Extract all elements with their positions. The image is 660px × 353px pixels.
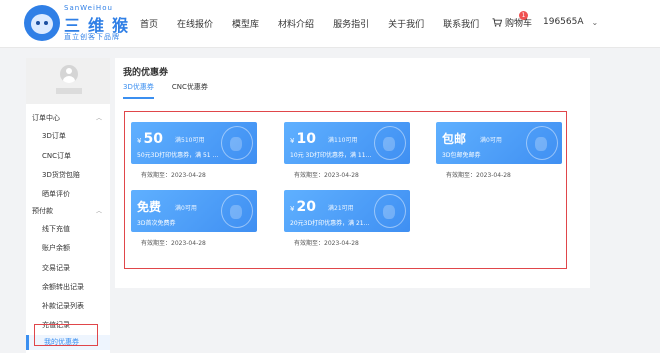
chevron-down-icon: ⌄ (591, 17, 599, 27)
sidebar-item-3d-orders[interactable]: 3D订单 (42, 131, 66, 141)
chevron-up-icon: ︿ (95, 208, 102, 215)
tab-3d-coupons[interactable]: 3D优惠券 (123, 82, 154, 99)
cart-count-badge: 1 (519, 11, 528, 20)
user-menu[interactable]: 196565A ⌄ (543, 17, 598, 27)
sidebar-item-transactions[interactable]: 交易记录 (42, 263, 70, 273)
nav-service-guide[interactable]: 服务指引 (333, 17, 369, 30)
sidebar-item-balance[interactable]: 账户余额 (42, 243, 70, 253)
logo-face (31, 14, 53, 34)
page-title: 我的优惠券 (123, 68, 169, 78)
avatar[interactable] (60, 65, 78, 83)
user-name: 196565A (543, 17, 584, 27)
profile-card (26, 58, 110, 104)
sidebar-group-label: 订单中心 (32, 114, 60, 122)
sidebar: 订单中心 ︿ 3D订单 CNC订单 3D货贷包赔 晒单评价 预付款 ︿ 线下充值… (26, 58, 110, 353)
sidebar-group-orders[interactable]: 订单中心 ︿ (32, 113, 106, 123)
nav-about-us[interactable]: 关于我们 (388, 17, 424, 30)
sidebar-item-reviews[interactable]: 晒单评价 (42, 189, 70, 199)
coupon-list-highlight-box (124, 111, 567, 269)
nav-materials[interactable]: 材料介绍 (278, 17, 314, 30)
main-nav: 首页 在线报价 模型库 材料介绍 服务指引 关于我们 联系我们 (140, 17, 498, 30)
cart-button[interactable]: 购物车 1 (492, 11, 533, 29)
nav-model-library[interactable]: 模型库 (232, 17, 259, 30)
coupon-tabs: 3D优惠券 CNC优惠券 (123, 82, 226, 99)
logo-eye-left (36, 21, 40, 25)
cart-icon (492, 18, 502, 27)
monkey-logo-icon[interactable] (24, 5, 60, 41)
chevron-up-icon: ︿ (95, 115, 102, 122)
sidebar-item-supplements[interactable]: 补款记录列表 (42, 301, 84, 311)
nav-contact-us[interactable]: 联系我们 (443, 17, 479, 30)
blurred-username (56, 88, 82, 94)
nav-home[interactable]: 首页 (140, 17, 158, 30)
sidebar-item-offline-recharge[interactable]: 线下充值 (42, 224, 70, 234)
tab-cnc-coupons[interactable]: CNC优惠券 (172, 82, 208, 99)
brand-name-en: SanWeiHou (64, 4, 113, 12)
top-header: SanWeiHou 三维猴 直立创客下品牌 首页 在线报价 模型库 材料介绍 服… (0, 0, 660, 48)
sidebar-group-prepay[interactable]: 预付款 ︿ (32, 206, 106, 216)
sidebar-item-3d-insurance[interactable]: 3D货贷包赔 (42, 170, 80, 180)
nav-online-quote[interactable]: 在线报价 (177, 17, 213, 30)
sidebar-group-label: 预付款 (32, 207, 53, 215)
my-coupons-highlight-box (34, 324, 98, 346)
logo-eye-right (44, 21, 48, 25)
sidebar-item-cnc-orders[interactable]: CNC订单 (42, 151, 71, 161)
cart-label: 购物车 (505, 19, 533, 29)
brand-slogan: 直立创客下品牌 (64, 33, 120, 41)
sidebar-item-withdrawals[interactable]: 余额转出记录 (42, 282, 84, 292)
